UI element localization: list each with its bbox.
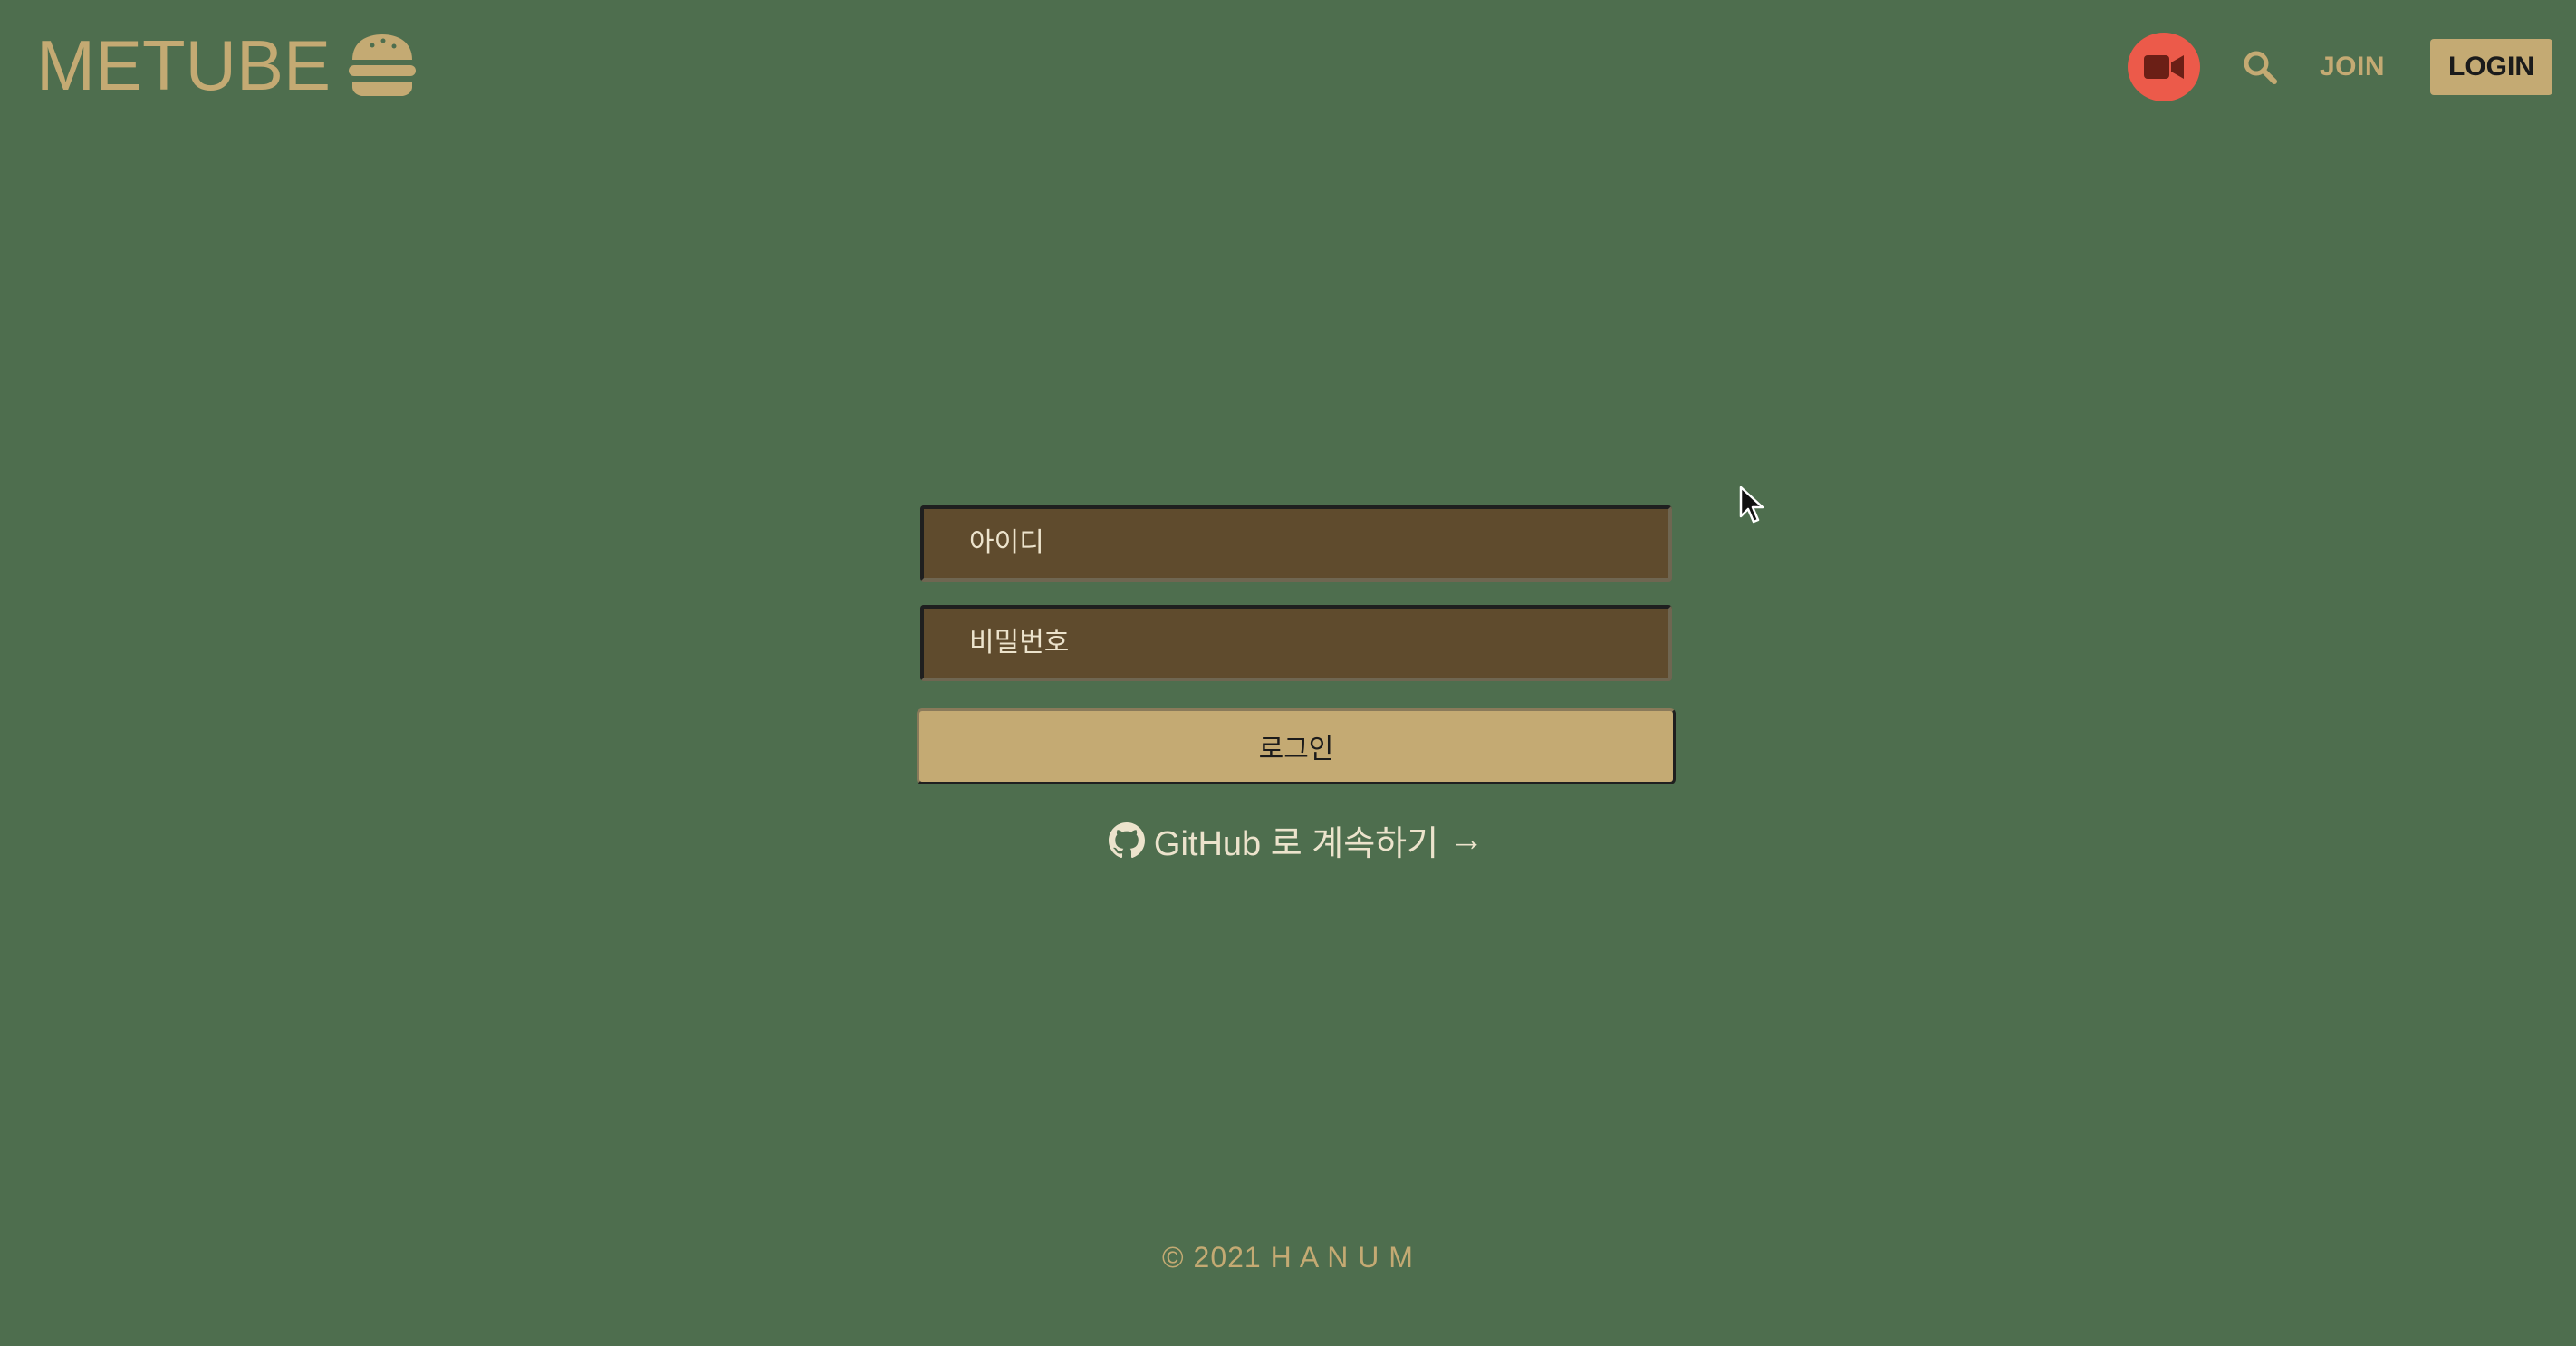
login-submit-button[interactable]: 로그인: [917, 708, 1676, 784]
logo-link[interactable]: METUBE: [36, 24, 418, 107]
login-form: 로그인 GitHub 로 계속하기 →: [917, 505, 1676, 865]
footer: © 2021 H A N U M: [0, 1241, 2576, 1274]
join-link[interactable]: JOIN: [2320, 52, 2385, 82]
github-login-link[interactable]: GitHub 로 계속하기 →: [917, 815, 1676, 865]
page: METUBE JOIN LOGIN 로그인: [0, 0, 2576, 1346]
copyright-text: © 2021 H A N U M: [1162, 1241, 1414, 1274]
username-input[interactable]: [920, 505, 1672, 582]
github-login-label: GitHub 로 계속하기: [1153, 825, 1439, 863]
video-camera-icon: [2143, 55, 2184, 79]
github-icon: [1108, 822, 1145, 858]
password-input[interactable]: [920, 605, 1672, 681]
arrow-right-icon: →: [1449, 821, 1485, 859]
hamburger-icon: [349, 34, 417, 96]
logo-text: METUBE: [36, 25, 332, 105]
header-nav: JOIN LOGIN: [2127, 33, 2552, 101]
upload-video-button[interactable]: [2127, 33, 2200, 101]
login-link[interactable]: LOGIN: [2430, 39, 2552, 95]
mouse-cursor-icon: [1739, 486, 1764, 524]
search-icon[interactable]: [2242, 49, 2278, 85]
